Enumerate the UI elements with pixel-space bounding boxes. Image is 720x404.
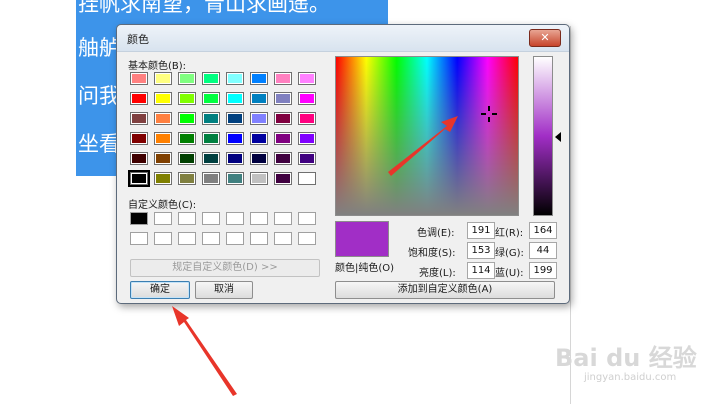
watermark-logo: Bai du 经验 xyxy=(555,344,697,372)
watermark-url: jingyan.baidu.com xyxy=(584,372,677,383)
arrow-to-spectrum-icon xyxy=(388,116,458,176)
arrow-to-ok-button-icon xyxy=(172,306,237,396)
